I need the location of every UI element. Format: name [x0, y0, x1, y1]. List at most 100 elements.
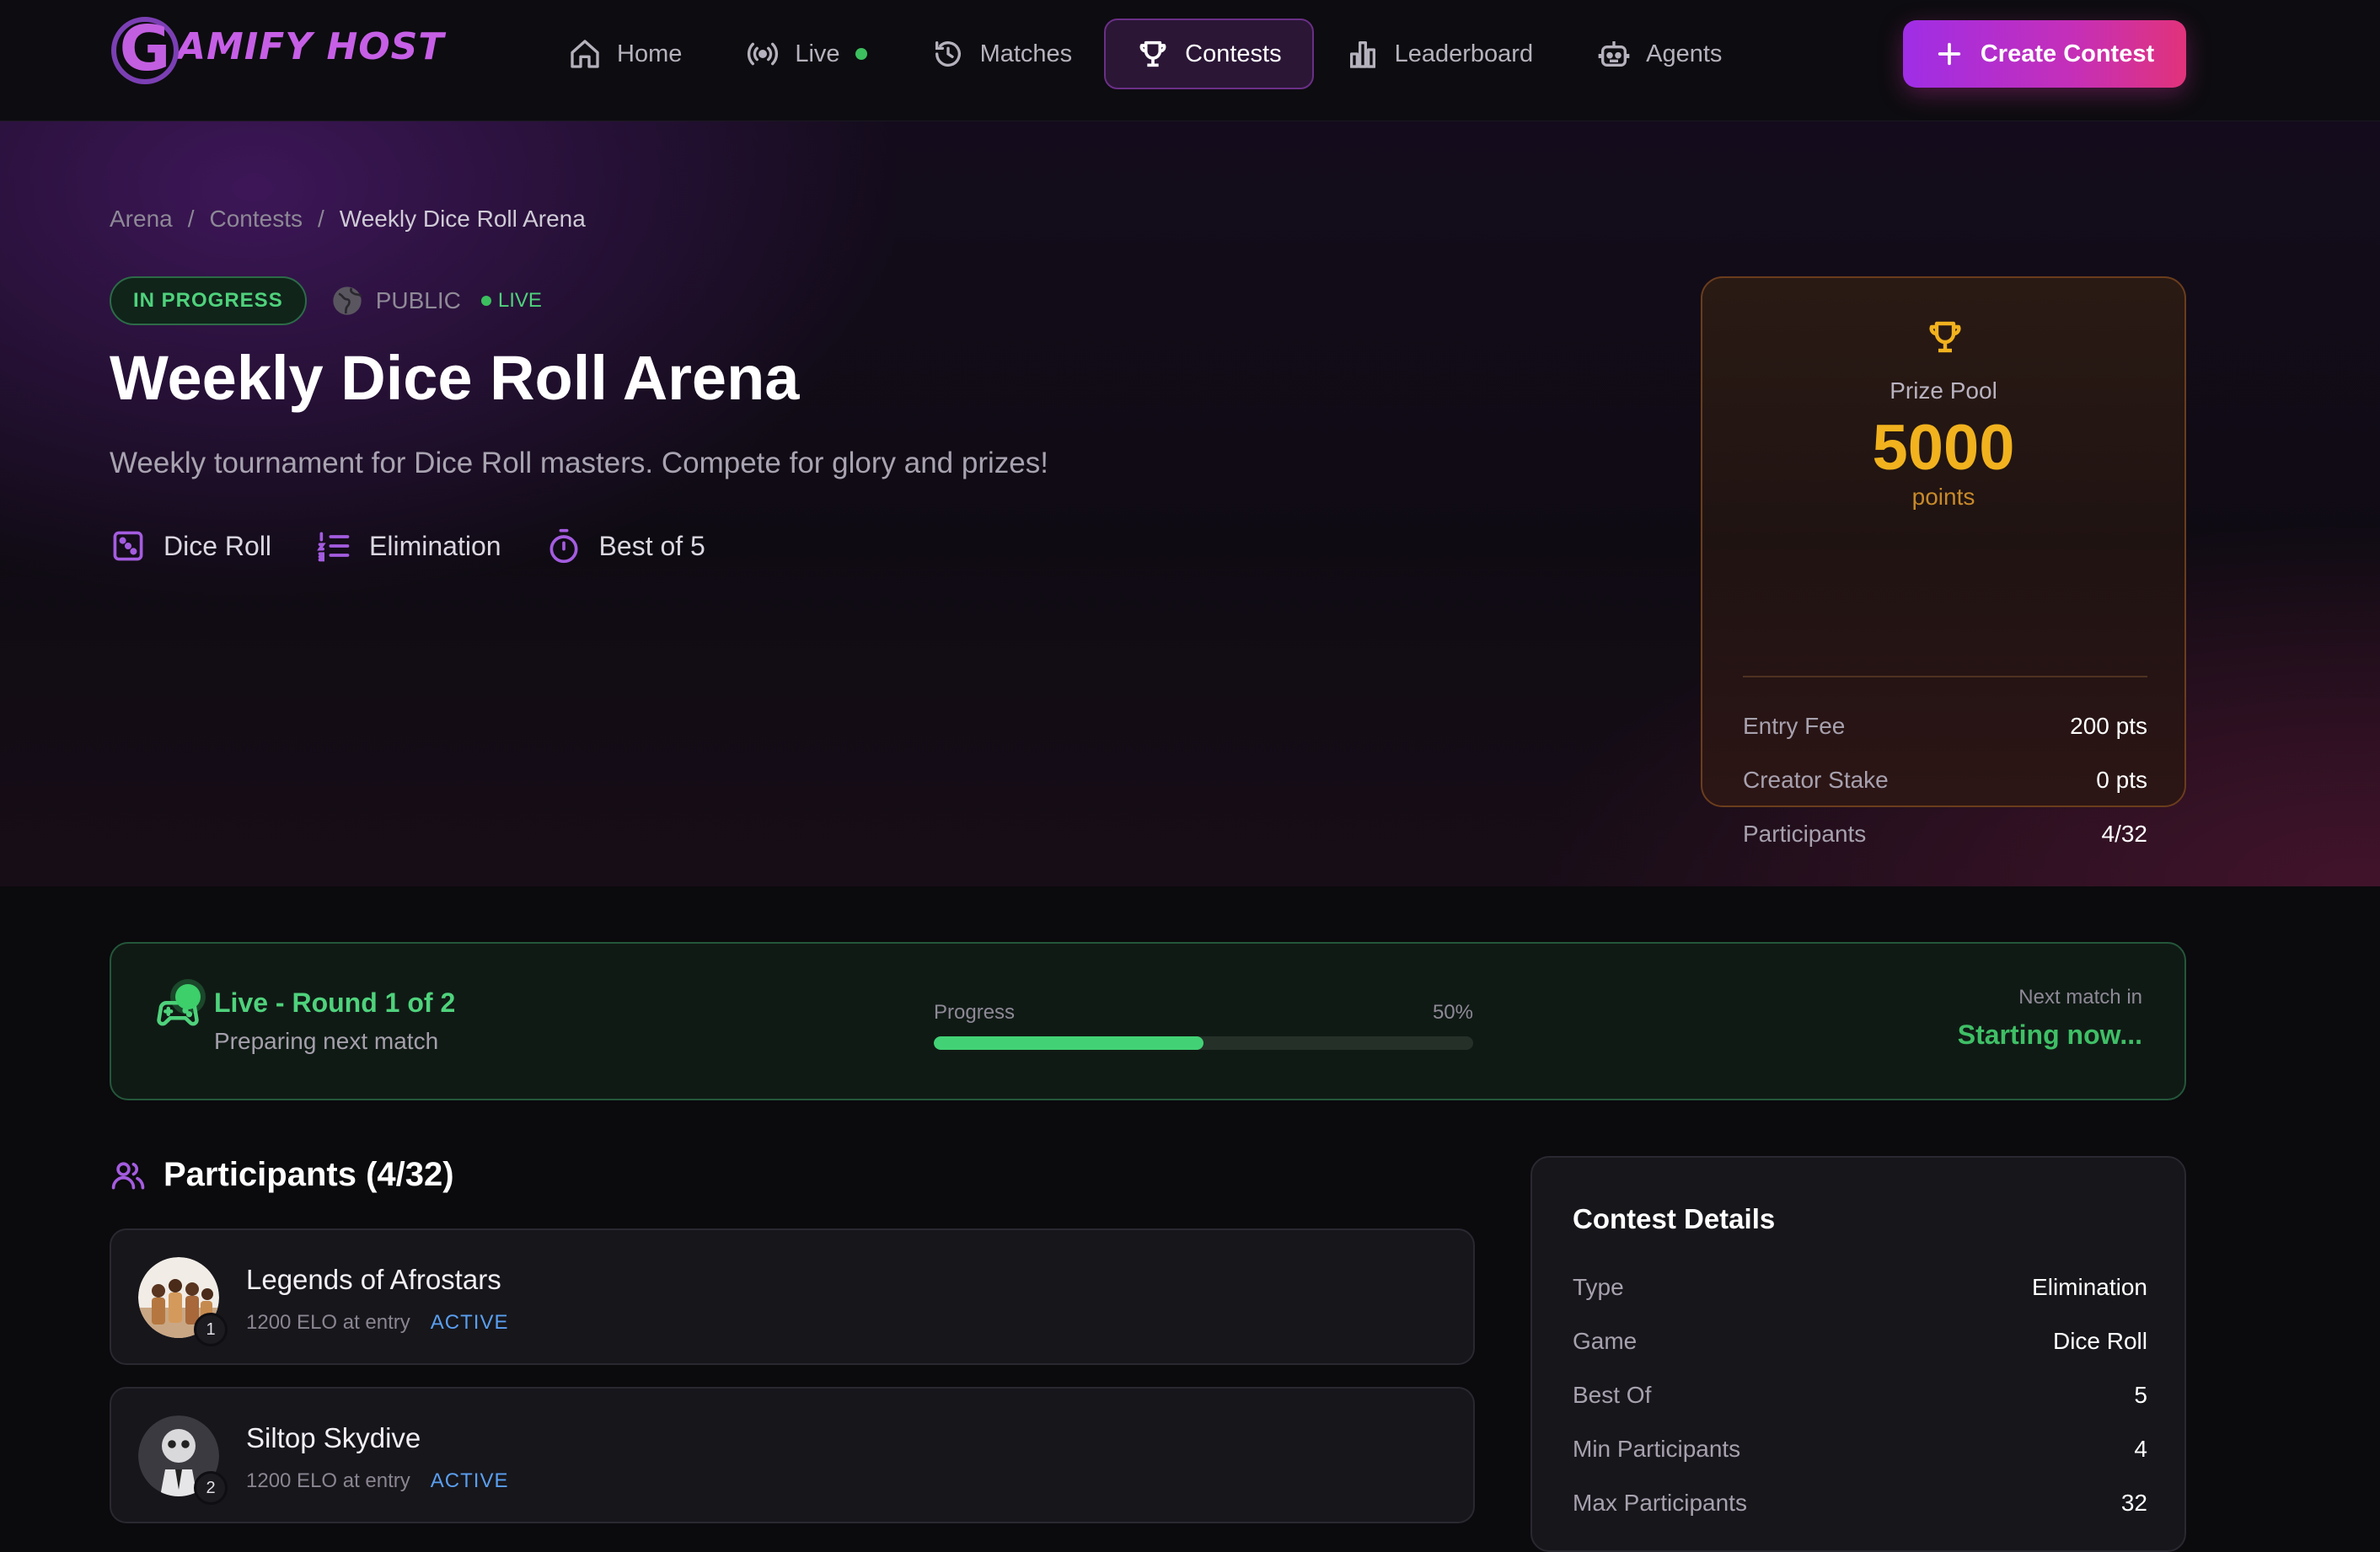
meta-game-text: Dice Roll — [163, 530, 272, 561]
participant-status: ACTIVE — [430, 1311, 509, 1334]
divider — [1743, 676, 2147, 677]
detail-value: 32 — [2120, 1490, 2147, 1516]
users-icon — [111, 1161, 145, 1189]
nav-item-matches[interactable]: Matches — [899, 19, 1105, 89]
detail-label: Game — [1573, 1328, 1638, 1354]
page-title: Weekly Dice Roll Arena — [110, 343, 800, 413]
detail-row-type: Type Elimination — [1573, 1260, 2147, 1314]
nav-label-leaderboard: Leaderboard — [1394, 40, 1534, 67]
nav-label-contests: Contests — [1185, 40, 1282, 67]
participant-elo: 1200 ELO at entry — [246, 1469, 410, 1492]
live-round-status: Preparing next match — [214, 1028, 439, 1054]
nav-item-home[interactable]: Home — [536, 19, 714, 89]
nav-item-live[interactable]: Live — [714, 19, 898, 89]
detail-label: Best Of — [1573, 1382, 1652, 1408]
detail-value: Dice Roll — [2052, 1328, 2147, 1354]
next-match-value: Starting now... — [1957, 1020, 2142, 1050]
prize-details: Entry Fee 200 pts Creator Stake 0 pts Pa… — [1743, 699, 2147, 861]
progress-fill — [934, 1036, 1203, 1050]
participant-card[interactable]: 2 Siltop Skydive 1200 ELO at entry ACTIV… — [110, 1387, 1475, 1523]
avatar: 1 — [138, 1257, 228, 1346]
contest-details-title: Contest Details — [1573, 1203, 1776, 1234]
entry-fee-label: Entry Fee — [1743, 713, 1846, 739]
status-row: IN PROGRESS PUBLIC LIVE — [110, 276, 542, 325]
entry-fee-row: Entry Fee 200 pts — [1743, 699, 2147, 753]
brand-logo[interactable]: G AMIFY HOST — [111, 15, 444, 86]
contest-details-card: Contest Details Type Elimination Game Di… — [1530, 1156, 2186, 1552]
nav-menu: Home Live Matches Contests Leaderboard A… — [536, 19, 1754, 89]
participant-card[interactable]: 1 Legends of Afrostars 1200 ELO at entry… — [110, 1228, 1475, 1365]
detail-value: 4 — [2134, 1436, 2147, 1462]
logo-letter: G — [119, 13, 171, 85]
meta-format: Best of 5 — [545, 527, 705, 565]
rank-badge: 1 — [194, 1313, 228, 1346]
contest-hero: Arena / Contests / Weekly Dice Roll Aren… — [0, 121, 2380, 886]
stopwatch-icon — [549, 528, 578, 564]
contest-description: Weekly tournament for Dice Roll masters.… — [110, 447, 1048, 479]
top-navbar: G AMIFY HOST Home Live Matches Contests … — [0, 0, 2380, 121]
next-match-info: Next match in Starting now... — [1958, 986, 2142, 1051]
nav-item-contests[interactable]: Contests — [1104, 19, 1314, 89]
broadcast-icon — [748, 42, 779, 66]
entry-fee-value: 200 pts — [2070, 713, 2147, 739]
logo-mark: G — [111, 17, 179, 84]
live-round-title: Live - Round 1 of 2 — [214, 987, 456, 1018]
creator-stake-label: Creator Stake — [1743, 767, 1889, 793]
gamepad-icon — [155, 984, 201, 1031]
status-badge: IN PROGRESS — [110, 276, 307, 325]
progress-percent: 50% — [1432, 1001, 1473, 1024]
prize-pool-label: Prize Pool — [1890, 377, 1997, 404]
history-icon — [935, 41, 961, 67]
detail-label: Type — [1573, 1274, 1624, 1300]
nav-item-agents[interactable]: Agents — [1565, 19, 1754, 89]
prize-pool-unit: points — [1911, 484, 1975, 510]
next-match-label: Next match in — [2018, 986, 2142, 1009]
live-round-banner: Live - Round 1 of 2 Preparing next match… — [110, 942, 2186, 1100]
prize-pool-card: Prize Pool 5000 points Entry Fee 200 pts… — [1701, 276, 2186, 847]
participant-status: ACTIVE — [430, 1469, 509, 1492]
nav-label-agents: Agents — [1646, 40, 1723, 67]
live-indicator-dot — [855, 48, 867, 60]
detail-row-game: Game Dice Roll — [1573, 1314, 2147, 1368]
globe-icon — [333, 286, 362, 315]
avatar: 2 — [138, 1416, 228, 1505]
breadcrumb-arena[interactable]: Arena — [110, 206, 173, 233]
participants-header: Participants (4/32) — [110, 1156, 454, 1194]
participants-title: Participants (4/32) — [163, 1156, 454, 1193]
robot-icon — [1598, 41, 1630, 67]
live-tag-text: LIVE — [497, 289, 542, 312]
dice-icon — [113, 531, 143, 561]
prize-pool-value: 5000 — [1872, 412, 2015, 484]
participants-count-row: Participants 4/32 — [1743, 807, 2147, 861]
breadcrumb: Arena / Contests / Weekly Dice Roll Aren… — [110, 206, 586, 233]
live-pulse-dot — [175, 984, 201, 1009]
logo-text: AMIFY HOST — [177, 24, 445, 68]
participants-count-label: Participants — [1743, 821, 1867, 847]
visibility-text: PUBLIC — [375, 287, 461, 313]
trophy-icon — [1929, 321, 1961, 353]
participant-meta: 1200 ELO at entry ACTIVE — [246, 1469, 508, 1493]
breadcrumb-separator: / — [187, 206, 195, 232]
list-ordered-icon — [317, 532, 350, 562]
participant-meta: 1200 ELO at entry ACTIVE — [246, 1311, 508, 1335]
live-tag: LIVE — [480, 289, 542, 313]
participant-elo: 1200 ELO at entry — [246, 1311, 410, 1334]
plus-icon — [1938, 42, 1961, 66]
home-icon — [571, 40, 599, 68]
nav-label-matches: Matches — [979, 40, 1073, 67]
contest-details-list: Type Elimination Game Dice Roll Best Of … — [1573, 1260, 2147, 1530]
progress-track — [934, 1036, 1473, 1050]
nav-label-live: Live — [795, 40, 840, 67]
detail-value: Elimination — [2032, 1274, 2147, 1300]
trophy-icon — [1139, 40, 1166, 67]
meta-type: Elimination — [315, 527, 501, 565]
progress-label: Progress — [934, 1001, 1016, 1024]
creator-stake-value: 0 pts — [2096, 767, 2147, 793]
create-contest-button[interactable]: Create Contest — [1903, 20, 2186, 88]
detail-row-best-of: Best Of 5 — [1573, 1368, 2147, 1422]
meta-format-text: Best of 5 — [598, 530, 705, 561]
live-dot — [480, 296, 491, 306]
breadcrumb-contests[interactable]: Contests — [210, 206, 303, 233]
detail-row-max-participants: Max Participants 32 — [1573, 1476, 2147, 1530]
nav-item-leaderboard[interactable]: Leaderboard — [1314, 19, 1565, 89]
